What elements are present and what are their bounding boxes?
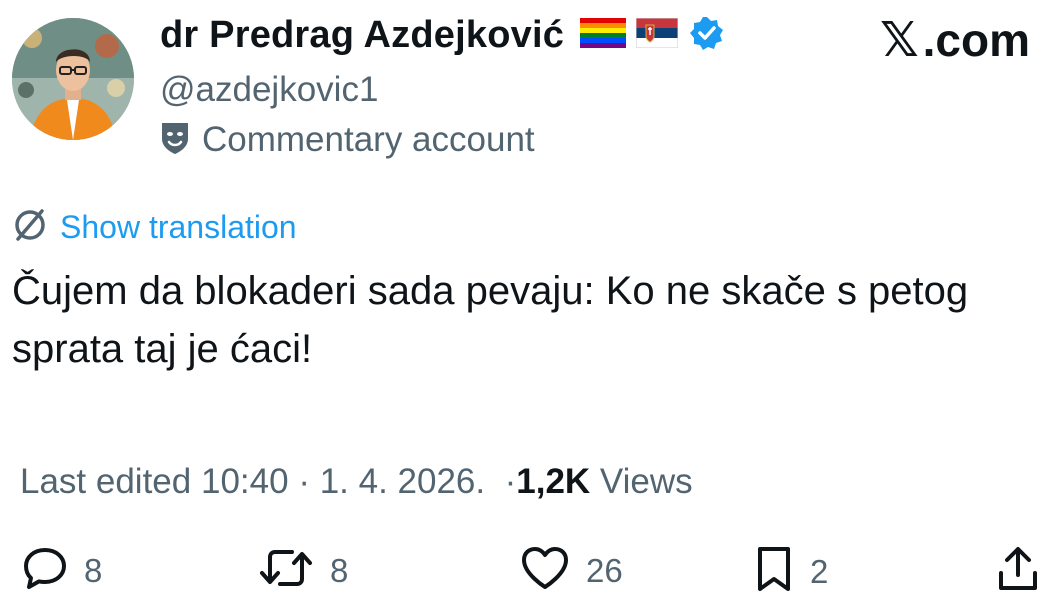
commentary-account[interactable]: Commentary account: [160, 120, 535, 160]
verified-badge-icon[interactable]: [690, 16, 724, 55]
show-translation-label[interactable]: Show translation: [60, 209, 297, 246]
name-row: dr Predrag Azdejković: [160, 14, 724, 57]
reply-count: 8: [84, 551, 103, 589]
show-translation-link[interactable]: Show translation: [12, 207, 297, 248]
retweet-icon: [258, 545, 314, 596]
views-label: Views: [599, 462, 693, 501]
separator: ·: [298, 462, 310, 501]
bookmark-icon: [754, 545, 794, 598]
bookmark-count: 2: [810, 552, 829, 590]
retweet-count: 8: [330, 551, 349, 589]
tweet-time[interactable]: 10:40: [201, 462, 289, 501]
rainbow-flag-icon: [580, 18, 627, 53]
avatar[interactable]: [12, 18, 134, 140]
serbia-flag-icon: [635, 17, 679, 53]
translate-icon: [12, 207, 48, 248]
commentary-label: Commentary account: [202, 120, 535, 159]
user-handle[interactable]: @azdejkovic1: [160, 70, 378, 110]
tweet-meta: Last edited 10:40 · 1. 4. 2026. ·1,2K Vi…: [20, 462, 693, 502]
views-count: 1,2K: [516, 462, 591, 501]
reply-button[interactable]: 8: [22, 545, 102, 596]
separator: ·: [494, 462, 517, 501]
theater-masks-icon: [160, 121, 190, 160]
tweet-date[interactable]: 1. 4. 2026.: [320, 462, 485, 501]
share-icon: [996, 545, 1040, 598]
like-button[interactable]: 26: [520, 545, 623, 596]
heart-icon: [520, 545, 570, 596]
share-button[interactable]: [996, 545, 1040, 598]
bookmark-button[interactable]: 2: [754, 545, 828, 598]
x-logo-icon: 𝕏: [879, 14, 919, 67]
x-com-logo: 𝕏 .com: [880, 12, 1030, 68]
tweet-text: Čujem da blokaderi sada pevaju: Ko ne sk…: [12, 269, 969, 371]
display-name[interactable]: dr Predrag Azdejković: [160, 14, 564, 57]
edited-label[interactable]: Last edited: [20, 462, 191, 501]
action-bar: 8 8 26 2: [0, 545, 1058, 605]
flag-emojis: [580, 17, 679, 53]
retweet-button[interactable]: 8: [258, 545, 348, 596]
like-count: 26: [586, 551, 623, 589]
brand-text: .com: [922, 14, 1030, 66]
reply-icon: [22, 545, 68, 596]
